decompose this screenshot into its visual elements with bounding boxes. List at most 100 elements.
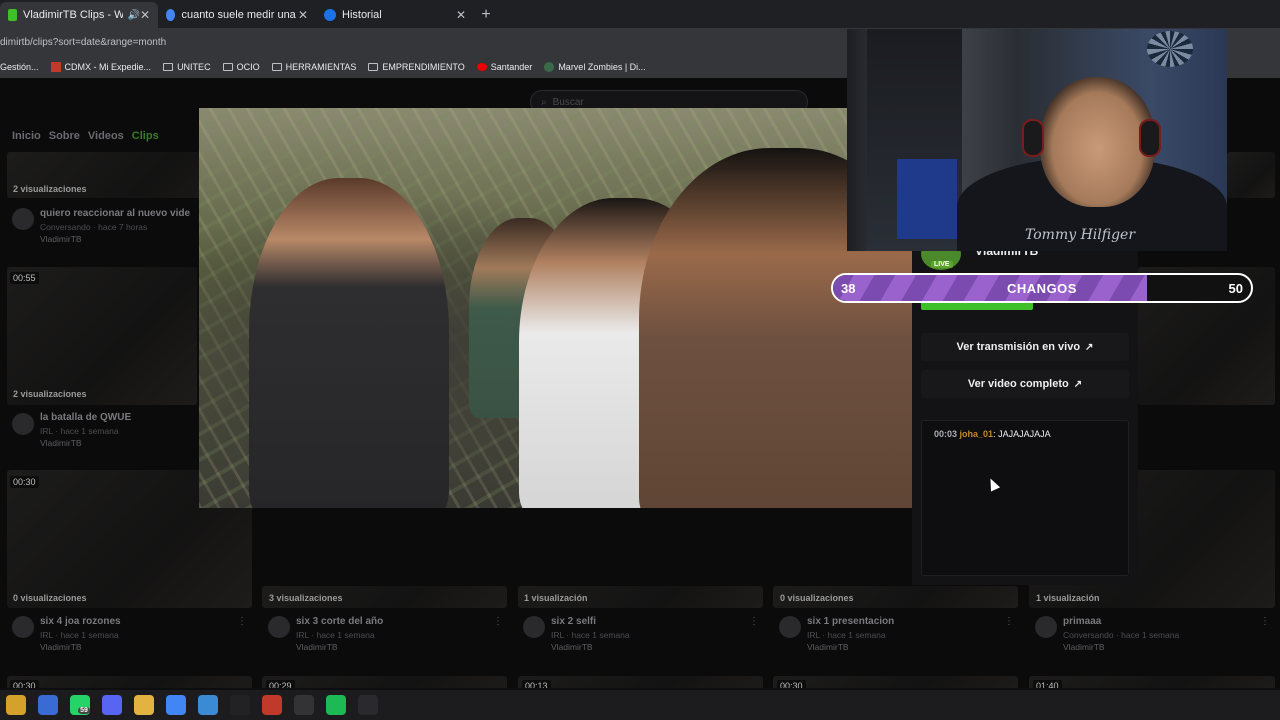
- bookmark-label: Santander: [490, 62, 533, 72]
- folder-icon: [163, 63, 174, 71]
- tab-google-search[interactable]: cuanto suele medir una piedra ✕: [158, 2, 316, 28]
- watch-live-button[interactable]: Ver transmisión en vivo ↗: [921, 333, 1129, 361]
- clip-thumbnail[interactable]: [7, 267, 197, 405]
- clip-thumbnail[interactable]: [518, 676, 763, 688]
- files-icon[interactable]: [134, 695, 154, 715]
- clip-views: 1 visualización: [1036, 593, 1100, 603]
- clip-title[interactable]: primaaa: [1063, 616, 1101, 627]
- dartboard-icon: [1147, 31, 1193, 67]
- clip-channel[interactable]: VladimirTB: [40, 642, 82, 652]
- bookmark-label: OCIO: [236, 62, 260, 72]
- clip-views: 1 visualización: [524, 593, 588, 603]
- avatar: [12, 413, 34, 435]
- copilot-icon[interactable]: [6, 695, 26, 715]
- tab-vladimirtb-clips[interactable]: VladimirTB Clips - Watch Li 🔊 ✕: [0, 2, 158, 28]
- tab-historial[interactable]: Historial ✕: [316, 2, 474, 28]
- clip-channel[interactable]: VladimirTB: [807, 642, 849, 652]
- external-link-icon: ↗: [1073, 378, 1083, 390]
- bookmark-santander[interactable]: Santander: [476, 62, 533, 72]
- avatar: [1035, 616, 1057, 638]
- chat-username[interactable]: joha_01: [960, 429, 994, 439]
- history-icon: [324, 9, 336, 21]
- live-badge: LIVE: [931, 261, 953, 268]
- clip-thumbnail[interactable]: [773, 676, 1018, 688]
- more-options-icon[interactable]: ⋮: [493, 616, 503, 627]
- clip-channel[interactable]: VladimirTB: [551, 642, 593, 652]
- clip-title[interactable]: quiero reaccionar al nuevo vide: [40, 208, 190, 219]
- bookmark-ocio[interactable]: OCIO: [222, 62, 260, 72]
- obs-icon[interactable]: [294, 695, 314, 715]
- clip-thumbnail[interactable]: [262, 676, 507, 688]
- new-tab-button[interactable]: +: [474, 2, 498, 28]
- clip-thumbnail[interactable]: [7, 676, 252, 688]
- poll-label: CHANGOS: [1007, 281, 1077, 296]
- spotify-icon[interactable]: [326, 695, 346, 715]
- watch-full-label: Ver video completo: [967, 378, 1069, 390]
- clip-title[interactable]: six 3 corte del año: [296, 616, 383, 627]
- clip-channel[interactable]: VladimirTB: [40, 234, 82, 244]
- site-icon: [544, 62, 555, 72]
- clip-channel[interactable]: VladimirTB: [1063, 642, 1105, 652]
- clip-channel[interactable]: VladimirTB: [296, 642, 338, 652]
- clip-views: 3 visualizaciones: [269, 593, 343, 603]
- chat-message: 00:03 joha_01: JAJAJAJAJA: [934, 429, 1051, 439]
- clip-title[interactable]: six 2 selfi: [551, 616, 596, 627]
- streamer-face: [1040, 77, 1155, 207]
- person-figure: [249, 178, 449, 508]
- channel-nav: Inicio Sobre Videos Clips: [12, 130, 159, 142]
- notification-badge: 59: [78, 706, 90, 714]
- taskbar: 59: [0, 690, 1280, 720]
- folder-icon: [368, 63, 379, 71]
- nav-inicio[interactable]: Inicio: [12, 130, 41, 142]
- clip-channel[interactable]: VladimirTB: [40, 438, 82, 448]
- clip-duration: 00:55: [10, 272, 39, 284]
- capcut-icon[interactable]: [230, 695, 250, 715]
- headphone-icon: [1022, 119, 1044, 157]
- bookmark-unitec[interactable]: UNITEC: [163, 62, 211, 72]
- clip-category: IRL · hace 1 semana: [807, 630, 886, 640]
- bookmark-emprendimiento[interactable]: EMPRENDIMIENTO: [368, 62, 465, 72]
- nav-sobre[interactable]: Sobre: [49, 130, 80, 142]
- clip-thumbnail[interactable]: [1029, 676, 1275, 688]
- storage-bin: [897, 159, 957, 239]
- clip-title[interactable]: six 4 joa rozones: [40, 616, 121, 627]
- folder-icon: [222, 63, 233, 71]
- clip-category: IRL · hace 1 semana: [551, 630, 630, 640]
- edge-icon[interactable]: [198, 695, 218, 715]
- nav-videos[interactable]: Videos: [88, 130, 124, 142]
- more-options-icon[interactable]: ⋮: [1004, 616, 1014, 627]
- bookmark-herramientas[interactable]: HERRAMIENTAS: [271, 62, 356, 72]
- bookmark-label: Gestión...: [0, 62, 39, 72]
- bookmark-cdmx[interactable]: CDMX - Mi Expedie...: [50, 62, 151, 72]
- whatsapp-icon[interactable]: 59: [70, 695, 90, 715]
- close-tab-icon[interactable]: ✕: [298, 8, 308, 22]
- more-options-icon[interactable]: ⋮: [749, 616, 759, 627]
- chrome-active-icon[interactable]: [166, 695, 186, 715]
- chrome-icon[interactable]: [38, 695, 58, 715]
- bookmark-label: EMPRENDIMIENTO: [382, 62, 465, 72]
- clip-video-player[interactable]: [199, 108, 912, 508]
- speaker-icon[interactable]: 🔊: [127, 10, 139, 21]
- app-red-icon[interactable]: [262, 695, 282, 715]
- tab-title: cuanto suele medir una piedra: [181, 9, 297, 21]
- more-options-icon[interactable]: ⋮: [237, 616, 247, 627]
- kick-icon: [8, 9, 18, 21]
- clip-category: IRL · hace 1 semana: [40, 426, 119, 436]
- bookmark-marvel-zombies[interactable]: Marvel Zombies | Di...: [544, 62, 646, 72]
- close-tab-icon[interactable]: ✕: [140, 8, 150, 22]
- external-link-icon: ↗: [1085, 341, 1094, 353]
- clip-duration: 00:30: [777, 680, 806, 688]
- clip-title[interactable]: la batalla de QWUE: [40, 412, 131, 423]
- poll-bar: 38 CHANGOS 50: [831, 273, 1253, 303]
- bookmark-gestion[interactable]: Gestión...: [0, 62, 39, 72]
- close-tab-icon[interactable]: ✕: [456, 8, 466, 22]
- nav-clips[interactable]: Clips: [132, 130, 159, 142]
- more-options-icon[interactable]: ⋮: [1260, 616, 1270, 627]
- clip-title[interactable]: six 1 presentacion: [807, 616, 894, 627]
- terminal-icon[interactable]: [358, 695, 378, 715]
- discord-icon[interactable]: [102, 695, 122, 715]
- watch-full-video-button[interactable]: Ver video completo ↗: [921, 370, 1129, 398]
- hoodie-brand: Tommy Hilfiger: [1025, 227, 1136, 243]
- clip-thumbnail[interactable]: [1227, 152, 1275, 198]
- avatar: [779, 616, 801, 638]
